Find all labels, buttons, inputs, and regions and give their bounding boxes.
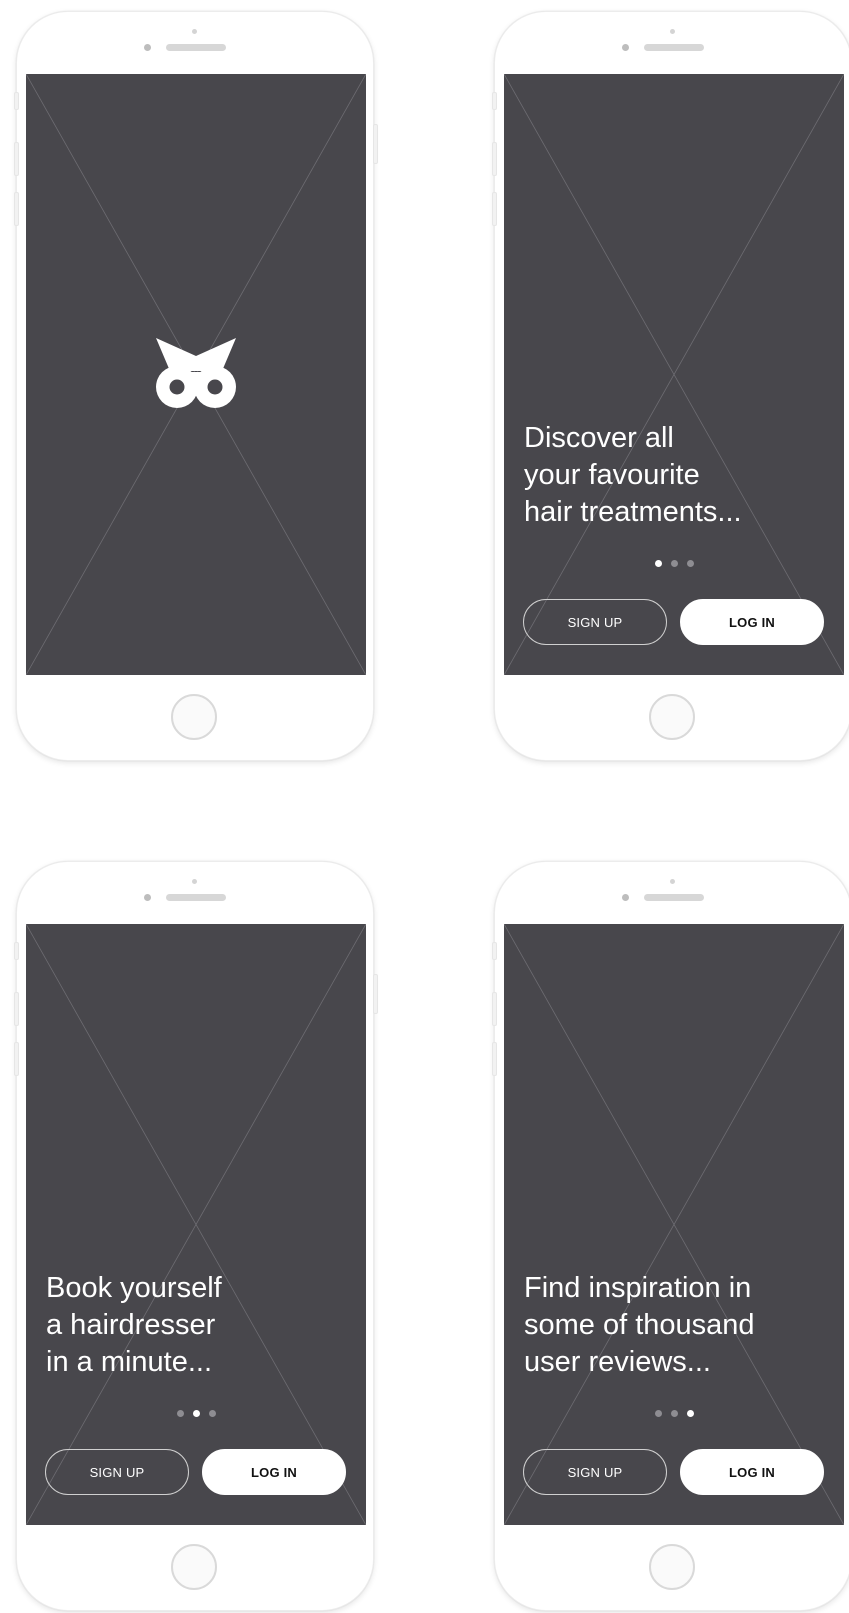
- volume-down-button: [492, 1042, 497, 1076]
- volume-down-button: [14, 1042, 19, 1076]
- image-placeholder-cross: [504, 74, 844, 675]
- phone-onboarding-3: Find inspiration in some of thousand use…: [492, 861, 849, 1611]
- proximity-sensor: [670, 29, 675, 34]
- volume-up-button: [492, 142, 497, 176]
- proximity-sensor: [192, 29, 197, 34]
- phone-onboarding-2: Book yourself a hairdresser in a minute.…: [14, 861, 378, 1611]
- earpiece-speaker: [644, 44, 704, 51]
- headline-line: some of thousand: [524, 1309, 755, 1341]
- onboarding-headline: Book yourself a hairdresser in a minute.…: [46, 1270, 346, 1381]
- screen-onboarding-3: Find inspiration in some of thousand use…: [504, 924, 844, 1525]
- screen-onboarding-1: Discover all your favourite hair treatme…: [504, 74, 844, 675]
- home-button: [649, 1544, 695, 1590]
- power-button: [373, 974, 378, 1014]
- volume-down-button: [492, 192, 497, 226]
- page-dot[interactable]: [654, 1410, 662, 1417]
- log-in-button[interactable]: LOG IN: [680, 1449, 824, 1495]
- headline-line: in a minute...: [46, 1346, 213, 1378]
- page-dot[interactable]: [670, 560, 678, 567]
- front-camera: [144, 894, 151, 901]
- wireframe-canvas: Discover all your favourite hair treatme…: [0, 0, 849, 1613]
- onboarding-headline: Find inspiration in some of thousand use…: [524, 1270, 824, 1381]
- power-button: [373, 124, 378, 164]
- volume-up-button: [14, 142, 19, 176]
- mute-switch: [14, 92, 19, 110]
- front-camera: [144, 44, 151, 51]
- home-button: [171, 1544, 217, 1590]
- page-dot-active[interactable]: [654, 560, 662, 567]
- home-button: [649, 694, 695, 740]
- mute-switch: [14, 942, 19, 960]
- phone-splash: [14, 11, 378, 761]
- image-placeholder-cross: [504, 924, 844, 1525]
- screen-splash: [26, 74, 366, 675]
- page-indicator: [504, 560, 844, 568]
- page-dot[interactable]: [670, 1410, 678, 1417]
- mute-switch: [492, 942, 497, 960]
- earpiece-speaker: [166, 894, 226, 901]
- earpiece-speaker: [644, 894, 704, 901]
- page-dot-active[interactable]: [192, 1410, 200, 1417]
- sign-up-button[interactable]: SIGN UP: [45, 1449, 189, 1495]
- home-button: [171, 694, 217, 740]
- page-dot-active[interactable]: [686, 1410, 694, 1417]
- phone-onboarding-1: Discover all your favourite hair treatme…: [492, 11, 849, 761]
- proximity-sensor: [192, 879, 197, 884]
- headline-line: user reviews...: [524, 1346, 711, 1378]
- headline-line: a hairdresser: [46, 1309, 216, 1341]
- screen-onboarding-2: Book yourself a hairdresser in a minute.…: [26, 924, 366, 1525]
- front-camera: [622, 44, 629, 51]
- sign-up-button[interactable]: SIGN UP: [523, 599, 667, 645]
- headline-line: Book yourself: [46, 1272, 222, 1304]
- headline-line: Discover all: [524, 422, 674, 454]
- page-dot[interactable]: [686, 560, 694, 567]
- headline-line: Find inspiration in: [524, 1272, 752, 1304]
- volume-up-button: [14, 992, 19, 1026]
- volume-up-button: [492, 992, 497, 1026]
- log-in-button[interactable]: LOG IN: [680, 599, 824, 645]
- front-camera: [622, 894, 629, 901]
- sign-up-button[interactable]: SIGN UP: [523, 1449, 667, 1495]
- earpiece-speaker: [166, 44, 226, 51]
- page-dot[interactable]: [176, 1410, 184, 1417]
- headline-line: hair treatments...: [524, 496, 742, 528]
- page-dot[interactable]: [208, 1410, 216, 1417]
- headline-line: your favourite: [524, 459, 700, 491]
- proximity-sensor: [670, 879, 675, 884]
- onboarding-headline: Discover all your favourite hair treatme…: [524, 420, 824, 531]
- page-indicator: [26, 1410, 366, 1418]
- log-in-button[interactable]: LOG IN: [202, 1449, 346, 1495]
- owl-logo-icon: [156, 338, 236, 408]
- mute-switch: [492, 92, 497, 110]
- page-indicator: [504, 1410, 844, 1418]
- image-placeholder-cross: [26, 924, 366, 1525]
- volume-down-button: [14, 192, 19, 226]
